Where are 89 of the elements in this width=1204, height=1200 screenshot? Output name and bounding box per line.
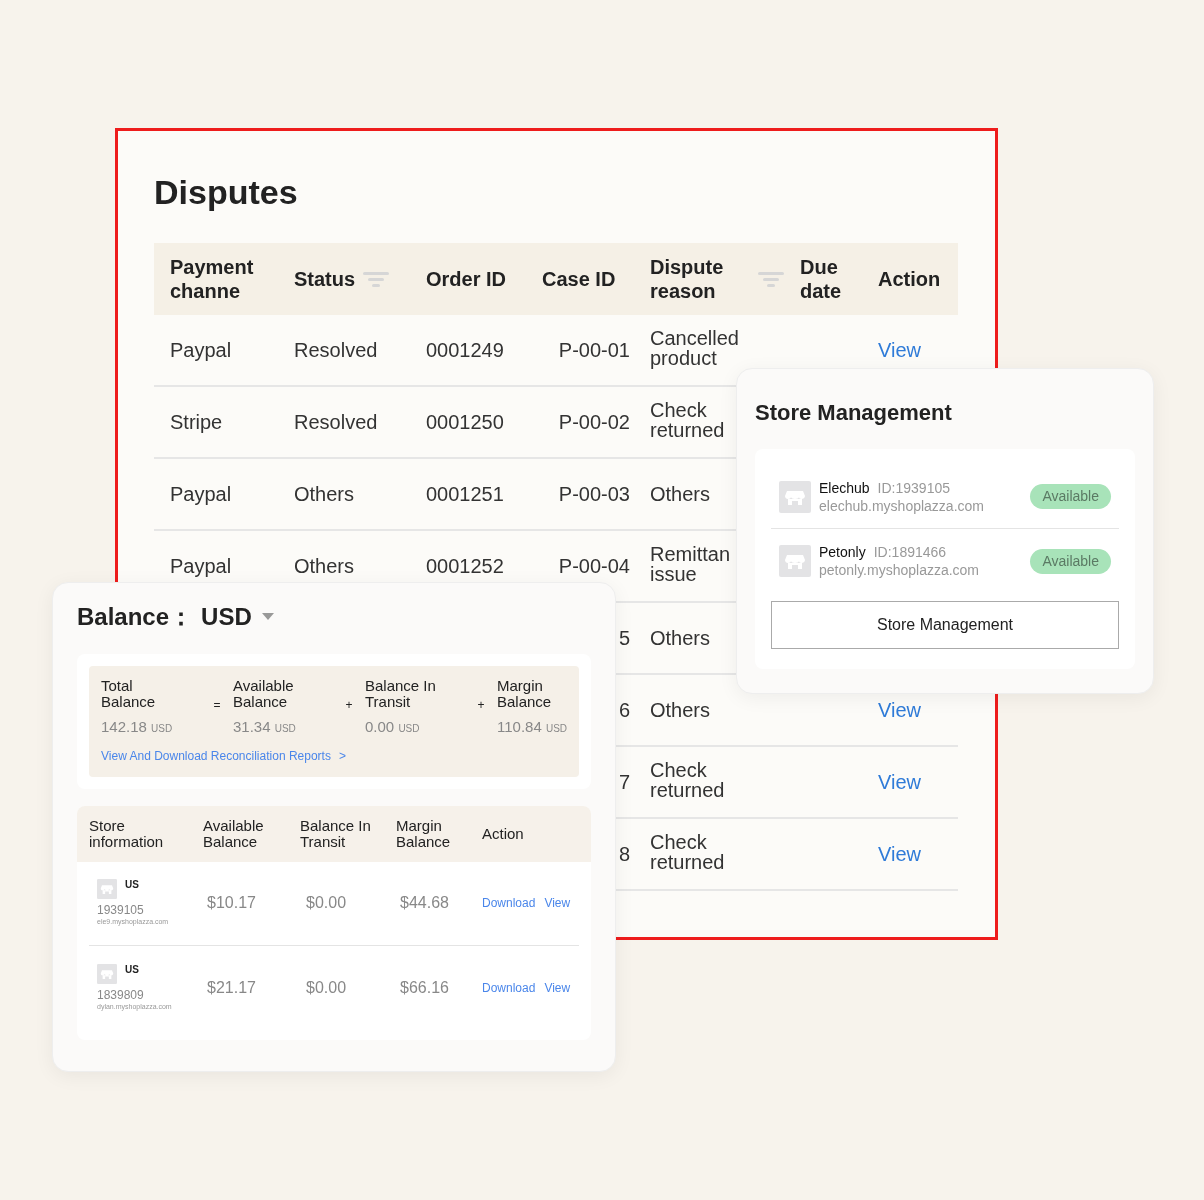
store-domain: petonly.myshoplazza.com xyxy=(819,561,981,579)
table-cell: Others xyxy=(294,484,355,504)
column-header: Margin Balance xyxy=(396,817,452,850)
table-cell: 0001249 xyxy=(426,340,504,360)
table-cell-text: $44.68 xyxy=(399,893,450,913)
table-cell-text: Check returned xyxy=(650,831,726,872)
table-cell-text: Check returned xyxy=(650,399,726,440)
column-header: Action xyxy=(482,825,525,842)
action-link[interactable]: Download xyxy=(482,978,536,997)
summary-label: Available Balance xyxy=(233,678,295,710)
store-id: 1839809 xyxy=(97,987,145,1002)
table-cell-text: $21.17 xyxy=(206,977,257,998)
table-cell: 5 xyxy=(618,628,630,648)
table-cell: Others xyxy=(650,628,711,648)
column-header: Store information xyxy=(89,817,165,850)
store-id: ID:1939105 xyxy=(877,478,950,497)
filter-icon[interactable] xyxy=(758,271,784,287)
table-cell-text: $10.17 xyxy=(206,893,257,913)
table-cell: Paypal xyxy=(170,556,232,576)
view-link[interactable]: View xyxy=(878,843,921,865)
store-domain: elechub.myshoplazza.com xyxy=(819,496,985,515)
filter-icon[interactable] xyxy=(363,271,390,287)
store-name: Petonly xyxy=(819,543,866,561)
table-cell: P-00-04 xyxy=(558,556,630,576)
table-cell-text: $0.00 xyxy=(305,893,348,913)
table-cell: Resolved xyxy=(294,412,378,432)
table-cell: 0001252 xyxy=(426,556,504,576)
column-header[interactable]: Action xyxy=(878,267,941,291)
table-cell: P-00-03 xyxy=(558,484,630,504)
summary-label: Margin Balance xyxy=(497,678,553,710)
column-header[interactable]: Payment channe xyxy=(170,255,270,303)
column-header[interactable]: Status xyxy=(294,267,390,291)
table-cell-text: Check returned xyxy=(650,759,726,800)
summary-label: Total Balance xyxy=(101,678,157,710)
page-title: Disputes xyxy=(154,175,299,209)
store-region: US xyxy=(125,963,139,976)
table-cell: Others xyxy=(650,700,711,720)
table-cell: Paypal xyxy=(170,340,232,360)
table-cell: 0001250 xyxy=(426,412,504,432)
balance-title: Balance： xyxy=(77,602,194,632)
column-header[interactable]: Due date xyxy=(800,255,878,303)
column-header[interactable]: Case ID xyxy=(542,267,616,291)
summary-amount: 31.34 USD xyxy=(233,717,297,737)
summary-amount: 0.00 USD xyxy=(365,717,421,737)
caret-icon xyxy=(261,613,274,621)
store-id: ID:1891466 xyxy=(873,543,947,561)
column-header[interactable]: Dispute reason xyxy=(650,255,784,303)
table-cell: Resolved xyxy=(294,340,378,360)
store-name: Elechub xyxy=(819,478,870,497)
table-cell-text: Cancelled product xyxy=(650,327,740,368)
summary-amount: 110.84 USD xyxy=(497,717,569,737)
table-cell: Stripe xyxy=(170,412,223,432)
table-cell: P-00-01 xyxy=(558,340,630,360)
view-link[interactable]: View xyxy=(878,339,921,361)
action-link[interactable]: View xyxy=(544,978,571,997)
table-cell: 0001251 xyxy=(426,484,504,504)
status-badge: Available xyxy=(1030,484,1111,509)
operator-sign: + xyxy=(344,697,354,714)
table-cell-text: $66.16 xyxy=(399,977,450,998)
store-region: US xyxy=(125,879,139,891)
table-cell-text: $0.00 xyxy=(305,977,348,998)
table-cell: 7 xyxy=(618,772,630,792)
store-icon xyxy=(779,545,811,577)
store-management-button[interactable]: Store Management xyxy=(771,601,1119,649)
column-header[interactable]: Order ID xyxy=(426,267,507,291)
card-title: Store Management xyxy=(755,399,953,427)
operator-sign: = xyxy=(212,697,222,714)
store-icon xyxy=(97,963,117,984)
table-cell: Others xyxy=(650,484,711,504)
table-cell-text: Remittan issue xyxy=(650,543,732,584)
currency-select[interactable]: USD xyxy=(201,599,274,635)
table-cell: P-00-02 xyxy=(558,412,630,432)
action-link[interactable]: Download xyxy=(482,894,536,912)
summary-label: Balance In Transit xyxy=(365,678,437,710)
view-link[interactable]: View xyxy=(878,771,921,793)
column-header: Balance In Transit xyxy=(300,817,372,850)
action-link[interactable]: View xyxy=(544,894,571,912)
table-cell: Others xyxy=(294,556,355,576)
table-cell: 6 xyxy=(618,700,630,720)
view-link[interactable]: View xyxy=(878,699,921,721)
status-badge: Available xyxy=(1030,548,1111,574)
table-cell: Paypal xyxy=(170,484,232,504)
summary-amount: 142.18 USD xyxy=(101,717,174,737)
store-icon xyxy=(97,879,117,899)
store-id: 1939105 xyxy=(97,903,145,917)
table-cell: 8 xyxy=(618,844,630,864)
operator-sign: + xyxy=(476,697,486,714)
column-header: Available Balance xyxy=(203,817,265,850)
store-icon xyxy=(779,480,811,513)
